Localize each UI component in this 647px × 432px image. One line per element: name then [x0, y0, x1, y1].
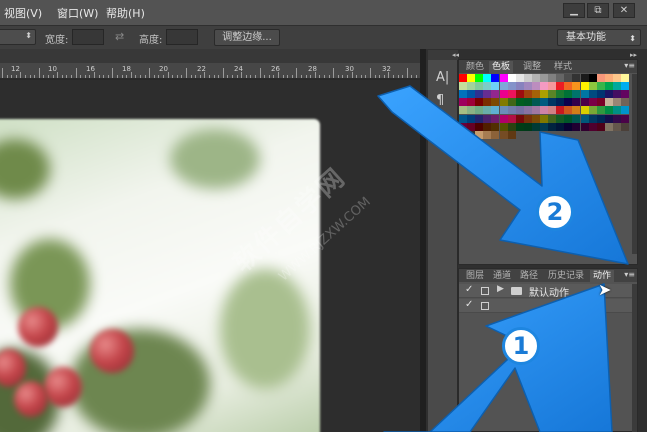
mouse-cursor-icon: ➤: [598, 280, 612, 299]
arrow-1: [383, 283, 613, 432]
arrow-2: [377, 85, 629, 265]
step-badge-2: 2: [536, 193, 574, 231]
step-badge-1: 1: [502, 327, 540, 365]
